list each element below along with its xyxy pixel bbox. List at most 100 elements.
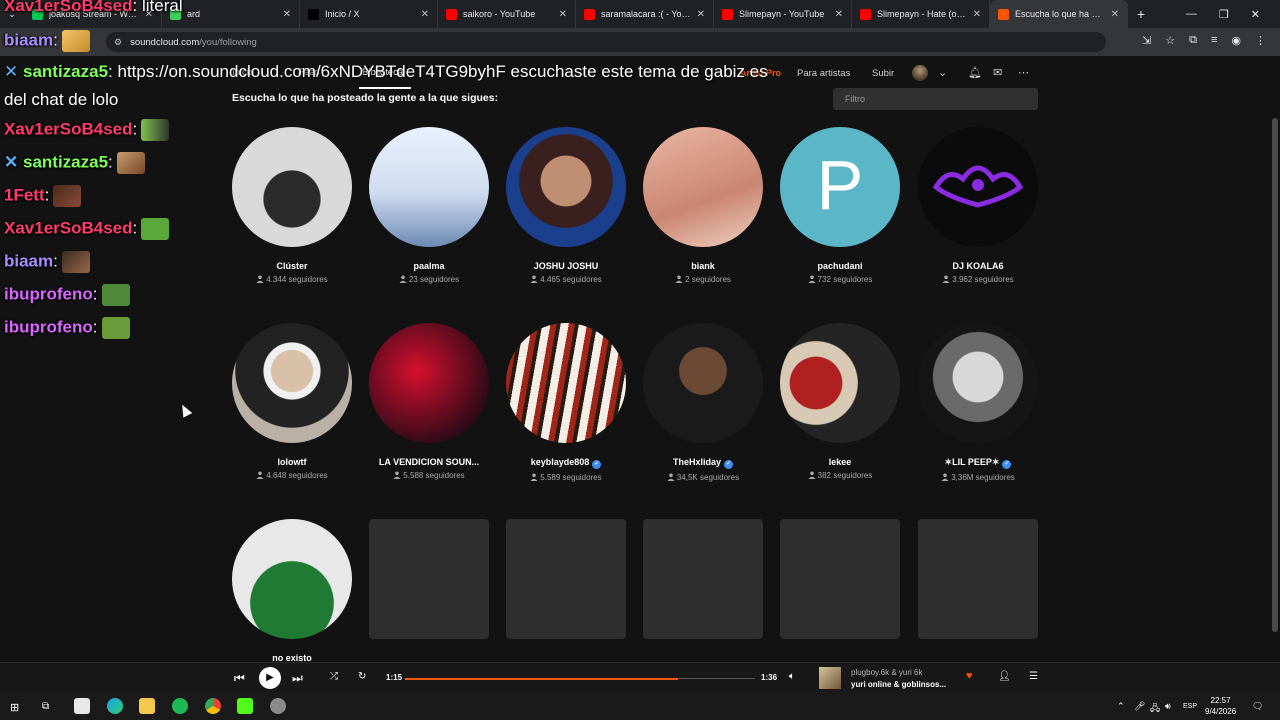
store-app-icon[interactable]: [74, 698, 90, 714]
follow-user-icon[interactable]: 👤︎: [998, 671, 1011, 682]
upload-link[interactable]: Subir: [872, 68, 894, 79]
spotify-icon[interactable]: [172, 698, 188, 714]
profile-avatar[interactable]: [780, 323, 900, 443]
browser-tab[interactable]: joakosq Stream - Watch ✕: [24, 0, 162, 28]
close-tab-icon[interactable]: ✕: [283, 9, 291, 20]
task-view-icon[interactable]: ⧉: [42, 701, 49, 712]
repeat-icon[interactable]: ↻: [358, 671, 366, 682]
volume-icon[interactable]: 🔈︎: [789, 671, 795, 682]
volume-tray-icon[interactable]: 🔊︎: [1165, 701, 1171, 712]
user-name[interactable]: paalma: [369, 261, 489, 271]
following-card[interactable]: biank 2 seguidores: [643, 127, 763, 284]
for-artists-link[interactable]: Para artistas: [797, 68, 850, 79]
browser-menu-icon[interactable]: ⋮: [1255, 34, 1266, 47]
more-options-icon[interactable]: ⋯: [1018, 66, 1029, 79]
site-info-icon[interactable]: ⚙: [114, 37, 122, 48]
profile-avatar[interactable]: P: [780, 127, 900, 247]
network-icon[interactable]: 🖧: [1150, 701, 1160, 717]
browser-tab[interactable]: Slimepayn - YouTube ✕: [714, 0, 852, 28]
notifications-icon[interactable]: 🗨︎: [1252, 701, 1263, 712]
following-card[interactable]: lolowtf 4.648 seguidores: [232, 323, 352, 480]
browser-tab[interactable]: saramalacara :( - YouTube ✕: [576, 0, 714, 28]
close-tab-icon[interactable]: ✕: [973, 9, 981, 20]
artist-pro-link[interactable]: Artist Pro: [740, 68, 781, 78]
profile-avatar[interactable]: [506, 127, 626, 247]
extensions-icon[interactable]: ⧉: [1189, 34, 1197, 47]
now-playing-artist[interactable]: plugboy.6k & yuri 6k: [851, 668, 922, 677]
user-name[interactable]: ✶LIL PEEP✶ ✓: [918, 457, 1038, 469]
obs-icon[interactable]: [270, 698, 286, 714]
profile-avatar[interactable]: [369, 323, 489, 443]
user-name[interactable]: DJ KOALA6: [918, 261, 1038, 271]
address-bar[interactable]: ⚙ soundcloud.com/you/following: [106, 32, 1106, 52]
following-card[interactable]: JOSHU JOSHU 4.465 seguidores: [506, 127, 626, 284]
profile-avatar[interactable]: [643, 323, 763, 443]
close-tab-icon[interactable]: ✕: [1111, 9, 1119, 20]
install-icon[interactable]: ⇲: [1142, 34, 1151, 47]
browser-tab[interactable]: Inicio / X ✕: [300, 0, 438, 28]
profile-avatar[interactable]: [918, 127, 1038, 247]
close-tab-icon[interactable]: ✕: [421, 9, 429, 20]
following-card[interactable]: LA VENDICION SOUN... 5.588 seguidores: [369, 323, 489, 480]
next-track-icon[interactable]: ⏭: [292, 671, 303, 686]
following-card[interactable]: ✶LIL PEEP✶ ✓ 3,36M seguidores: [918, 323, 1038, 482]
user-avatar[interactable]: [912, 65, 928, 81]
following-card[interactable]: keyblayde808 ✓ 5.589 seguidores: [506, 323, 626, 482]
browser-tab[interactable]: Slimepayn - Hate (official ✕: [852, 0, 990, 28]
following-card[interactable]: paalma 23 seguidores: [369, 127, 489, 284]
microphone-icon[interactable]: 🎤︎: [1134, 701, 1145, 712]
user-name[interactable]: keyblayde808 ✓: [506, 457, 626, 469]
profile-avatar[interactable]: [232, 323, 352, 443]
windows-start-icon[interactable]: ⊞: [10, 701, 19, 714]
browser-tab[interactable]: Escucha lo que ha postea ✕: [990, 0, 1128, 28]
chrome-icon[interactable]: [205, 698, 221, 714]
user-name[interactable]: TheHxliday ✓: [643, 457, 763, 469]
maximize-icon[interactable]: ❐: [1219, 8, 1229, 21]
close-tab-icon[interactable]: ✕: [697, 9, 705, 20]
close-window-icon[interactable]: ✕: [1251, 8, 1260, 21]
filter-input[interactable]: [833, 88, 1038, 110]
close-tab-icon[interactable]: ✕: [145, 9, 153, 20]
edge-browser-icon[interactable]: [107, 698, 123, 714]
play-button[interactable]: ▶: [259, 667, 281, 689]
following-card[interactable]: lekee 382 seguidores: [780, 323, 900, 480]
kick-icon[interactable]: [237, 698, 253, 714]
new-tab-button[interactable]: +: [1128, 0, 1154, 28]
user-name[interactable]: biank: [643, 261, 763, 271]
user-name[interactable]: LA VENDICION SOUN...: [369, 457, 489, 467]
now-playing-title[interactable]: yuri online & goblinsos...: [851, 680, 946, 689]
nav-biblioteca[interactable]: Biblioteca: [362, 67, 403, 78]
profile-avatar[interactable]: [643, 127, 763, 247]
profile-avatar[interactable]: [369, 127, 489, 247]
tab-search-button[interactable]: ⌄: [0, 0, 24, 28]
profile-avatar[interactable]: [918, 323, 1038, 443]
user-name[interactable]: Clúster: [232, 261, 352, 271]
profile-avatar[interactable]: [232, 519, 352, 639]
language-indicator[interactable]: ESP: [1183, 703, 1197, 710]
system-clock[interactable]: 22:57 9/4/2026: [1205, 695, 1236, 717]
user-name[interactable]: lekee: [780, 457, 900, 467]
previous-track-icon[interactable]: ⏮: [234, 671, 245, 686]
following-card[interactable]: DJ KOALA6 3.962 seguidores: [918, 127, 1038, 284]
profile-icon[interactable]: ◉: [1231, 34, 1241, 47]
chevron-down-icon[interactable]: ⌄: [938, 66, 947, 79]
user-name[interactable]: lolowtf: [232, 457, 352, 467]
nav-feed[interactable]: Feed: [298, 67, 320, 78]
tray-chevron-icon[interactable]: ⌃: [1117, 701, 1125, 712]
close-tab-icon[interactable]: ✕: [835, 9, 843, 20]
user-name[interactable]: JOSHU JOSHU: [506, 261, 626, 271]
following-card[interactable]: Clúster 4.344 seguidores: [232, 127, 352, 284]
browser-tab[interactable]: saikoro - YouTube ✕: [438, 0, 576, 28]
shuffle-icon[interactable]: ⤮: [330, 671, 338, 682]
messages-mail-icon[interactable]: ✉: [993, 66, 1002, 79]
like-heart-icon[interactable]: ♥: [966, 670, 973, 682]
notifications-bell-icon[interactable]: 🔔︎: [968, 66, 982, 79]
following-card[interactable]: TheHxliday ✓ 34,5K seguidores: [643, 323, 763, 482]
progress-bar[interactable]: [405, 677, 755, 680]
profile-avatar[interactable]: [506, 323, 626, 443]
nav-inicio[interactable]: Inicio: [232, 67, 254, 78]
following-card[interactable]: Ppachudani 732 seguidores: [780, 127, 900, 284]
now-playing-artwork[interactable]: [819, 667, 841, 689]
profile-avatar[interactable]: [232, 127, 352, 247]
browser-tab[interactable]: ard ✕: [162, 0, 300, 28]
